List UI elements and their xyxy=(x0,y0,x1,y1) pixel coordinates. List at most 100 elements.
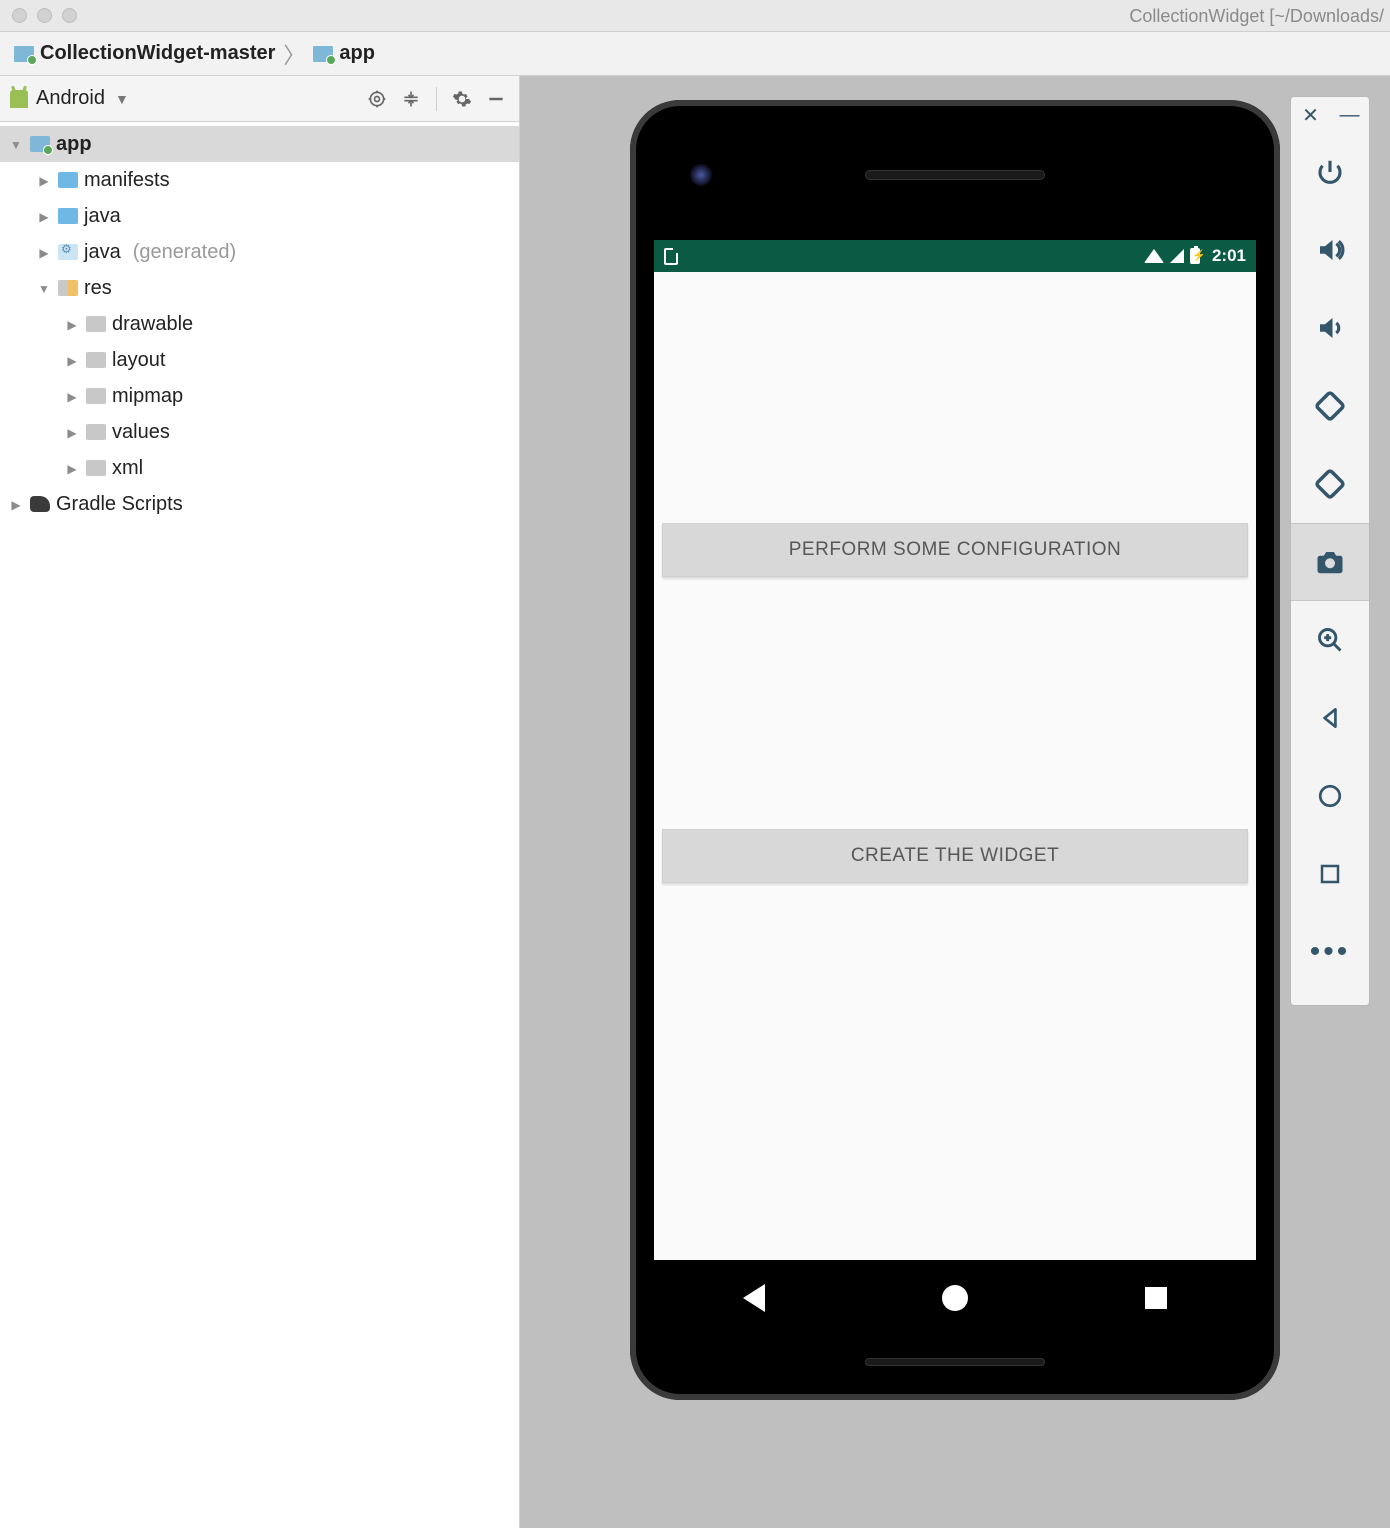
tree-label: layout xyxy=(112,349,165,372)
emulator-toolbar: ✕ — xyxy=(1290,96,1370,1006)
power-icon[interactable] xyxy=(1291,133,1369,211)
breadcrumb: CollectionWidget-master 〉 app xyxy=(0,32,1390,76)
zoom-window-icon[interactable] xyxy=(62,8,77,23)
close-window-icon[interactable] xyxy=(12,8,27,23)
tree-label: xml xyxy=(112,457,143,480)
expand-icon[interactable] xyxy=(36,244,52,260)
folder-icon xyxy=(86,316,106,332)
nav-back-icon[interactable] xyxy=(743,1284,765,1312)
chin-grille xyxy=(865,1358,1045,1366)
speaker-grille xyxy=(865,170,1045,180)
expand-icon[interactable] xyxy=(36,208,52,224)
dropdown-icon[interactable]: ▼ xyxy=(115,91,129,107)
create-widget-button[interactable]: CREATE THE WIDGET xyxy=(662,829,1248,883)
tree-node-drawable[interactable]: drawable xyxy=(0,306,519,342)
status-bar: 2:01 xyxy=(654,240,1256,272)
tree-node-gradle-scripts[interactable]: Gradle Scripts xyxy=(0,486,519,522)
tree-node-layout[interactable]: layout xyxy=(0,342,519,378)
more-icon[interactable]: ••• xyxy=(1291,913,1369,991)
expand-icon[interactable] xyxy=(36,172,52,188)
collapse-icon[interactable] xyxy=(398,86,424,112)
overview-icon[interactable] xyxy=(1291,835,1369,913)
folder-icon xyxy=(58,172,78,188)
breadcrumb-module[interactable]: app xyxy=(313,42,375,65)
folder-icon xyxy=(86,388,106,404)
minimize-panel-icon[interactable] xyxy=(483,86,509,112)
expand-icon[interactable] xyxy=(8,496,24,512)
nav-recent-icon[interactable] xyxy=(1145,1287,1167,1309)
window-title: CollectionWidget [~/Downloads/ xyxy=(1129,6,1384,27)
app-content: PERFORM SOME CONFIGURATION CREATE THE WI… xyxy=(654,272,1256,1260)
tree-node-mipmap[interactable]: mipmap xyxy=(0,378,519,414)
status-time: 2:01 xyxy=(1212,246,1246,266)
camera-icon xyxy=(690,164,712,186)
project-sidebar: Android ▼ app xyxy=(0,76,520,1528)
folder-icon xyxy=(58,208,78,224)
tree-label: mipmap xyxy=(112,385,183,408)
res-folder-icon xyxy=(58,280,78,296)
home-icon[interactable] xyxy=(1291,757,1369,835)
expand-icon[interactable] xyxy=(64,460,80,476)
minimize-emulator-icon[interactable]: — xyxy=(1330,95,1369,135)
tree-node-app[interactable]: app xyxy=(0,126,519,162)
project-tree[interactable]: app manifests java java (generated) xyxy=(0,122,519,1528)
toolbar-separator xyxy=(436,87,437,111)
folder-icon xyxy=(86,460,106,476)
tree-node-xml[interactable]: xml xyxy=(0,450,519,486)
tree-label: java xyxy=(84,205,121,228)
target-icon[interactable] xyxy=(364,86,390,112)
android-navbar xyxy=(654,1266,1256,1330)
tree-label: res xyxy=(84,277,112,300)
screenshot-icon[interactable] xyxy=(1291,523,1369,601)
sdcard-icon xyxy=(664,248,678,265)
nav-home-icon[interactable] xyxy=(942,1285,968,1311)
tree-node-java-generated[interactable]: java (generated) xyxy=(0,234,519,270)
module-icon xyxy=(30,136,50,152)
volume-up-icon[interactable] xyxy=(1291,211,1369,289)
tree-label: java xyxy=(84,241,121,264)
tree-node-java[interactable]: java xyxy=(0,198,519,234)
back-icon[interactable] xyxy=(1291,679,1369,757)
expand-icon[interactable] xyxy=(64,352,80,368)
module-icon xyxy=(313,46,333,62)
battery-charging-icon xyxy=(1190,248,1200,264)
emulator-stage: 2:01 PERFORM SOME CONFIGURATION CREATE T… xyxy=(520,76,1390,1528)
expand-icon[interactable] xyxy=(64,424,80,440)
minimize-window-icon[interactable] xyxy=(37,8,52,23)
breadcrumb-root-label: CollectionWidget-master xyxy=(40,42,275,65)
tree-label: app xyxy=(56,133,92,156)
module-icon xyxy=(14,46,34,62)
gradle-icon xyxy=(30,496,50,512)
window-titlebar: CollectionWidget [~/Downloads/ xyxy=(0,0,1390,32)
rotate-right-icon[interactable] xyxy=(1291,445,1369,523)
breadcrumb-separator-icon: 〉 xyxy=(283,38,305,70)
rotate-left-icon[interactable] xyxy=(1291,367,1369,445)
generated-folder-icon xyxy=(58,244,78,260)
breadcrumb-root[interactable]: CollectionWidget-master xyxy=(14,42,275,65)
folder-icon xyxy=(86,352,106,368)
tree-label: values xyxy=(112,421,170,444)
tree-node-values[interactable]: values xyxy=(0,414,519,450)
expand-icon[interactable] xyxy=(64,316,80,332)
device-frame: 2:01 PERFORM SOME CONFIGURATION CREATE T… xyxy=(630,100,1280,1400)
gear-icon[interactable] xyxy=(449,86,475,112)
tree-label: manifests xyxy=(84,169,170,192)
configure-button[interactable]: PERFORM SOME CONFIGURATION xyxy=(662,523,1248,577)
android-icon xyxy=(10,90,28,108)
cellular-icon xyxy=(1170,249,1184,263)
tree-label-suffix: (generated) xyxy=(133,241,236,264)
expand-icon[interactable] xyxy=(36,280,52,296)
tree-node-res[interactable]: res xyxy=(0,270,519,306)
project-view-header: Android ▼ xyxy=(0,76,519,122)
wifi-icon xyxy=(1144,249,1164,263)
expand-icon[interactable] xyxy=(8,136,24,152)
close-emulator-icon[interactable]: ✕ xyxy=(1291,95,1330,135)
tree-node-manifests[interactable]: manifests xyxy=(0,162,519,198)
project-view-label[interactable]: Android xyxy=(36,87,105,110)
volume-down-icon[interactable] xyxy=(1291,289,1369,367)
zoom-icon[interactable] xyxy=(1291,601,1369,679)
traffic-lights xyxy=(12,8,77,23)
tree-label: Gradle Scripts xyxy=(56,493,183,516)
device-screen[interactable]: 2:01 PERFORM SOME CONFIGURATION CREATE T… xyxy=(654,240,1256,1260)
expand-icon[interactable] xyxy=(64,388,80,404)
